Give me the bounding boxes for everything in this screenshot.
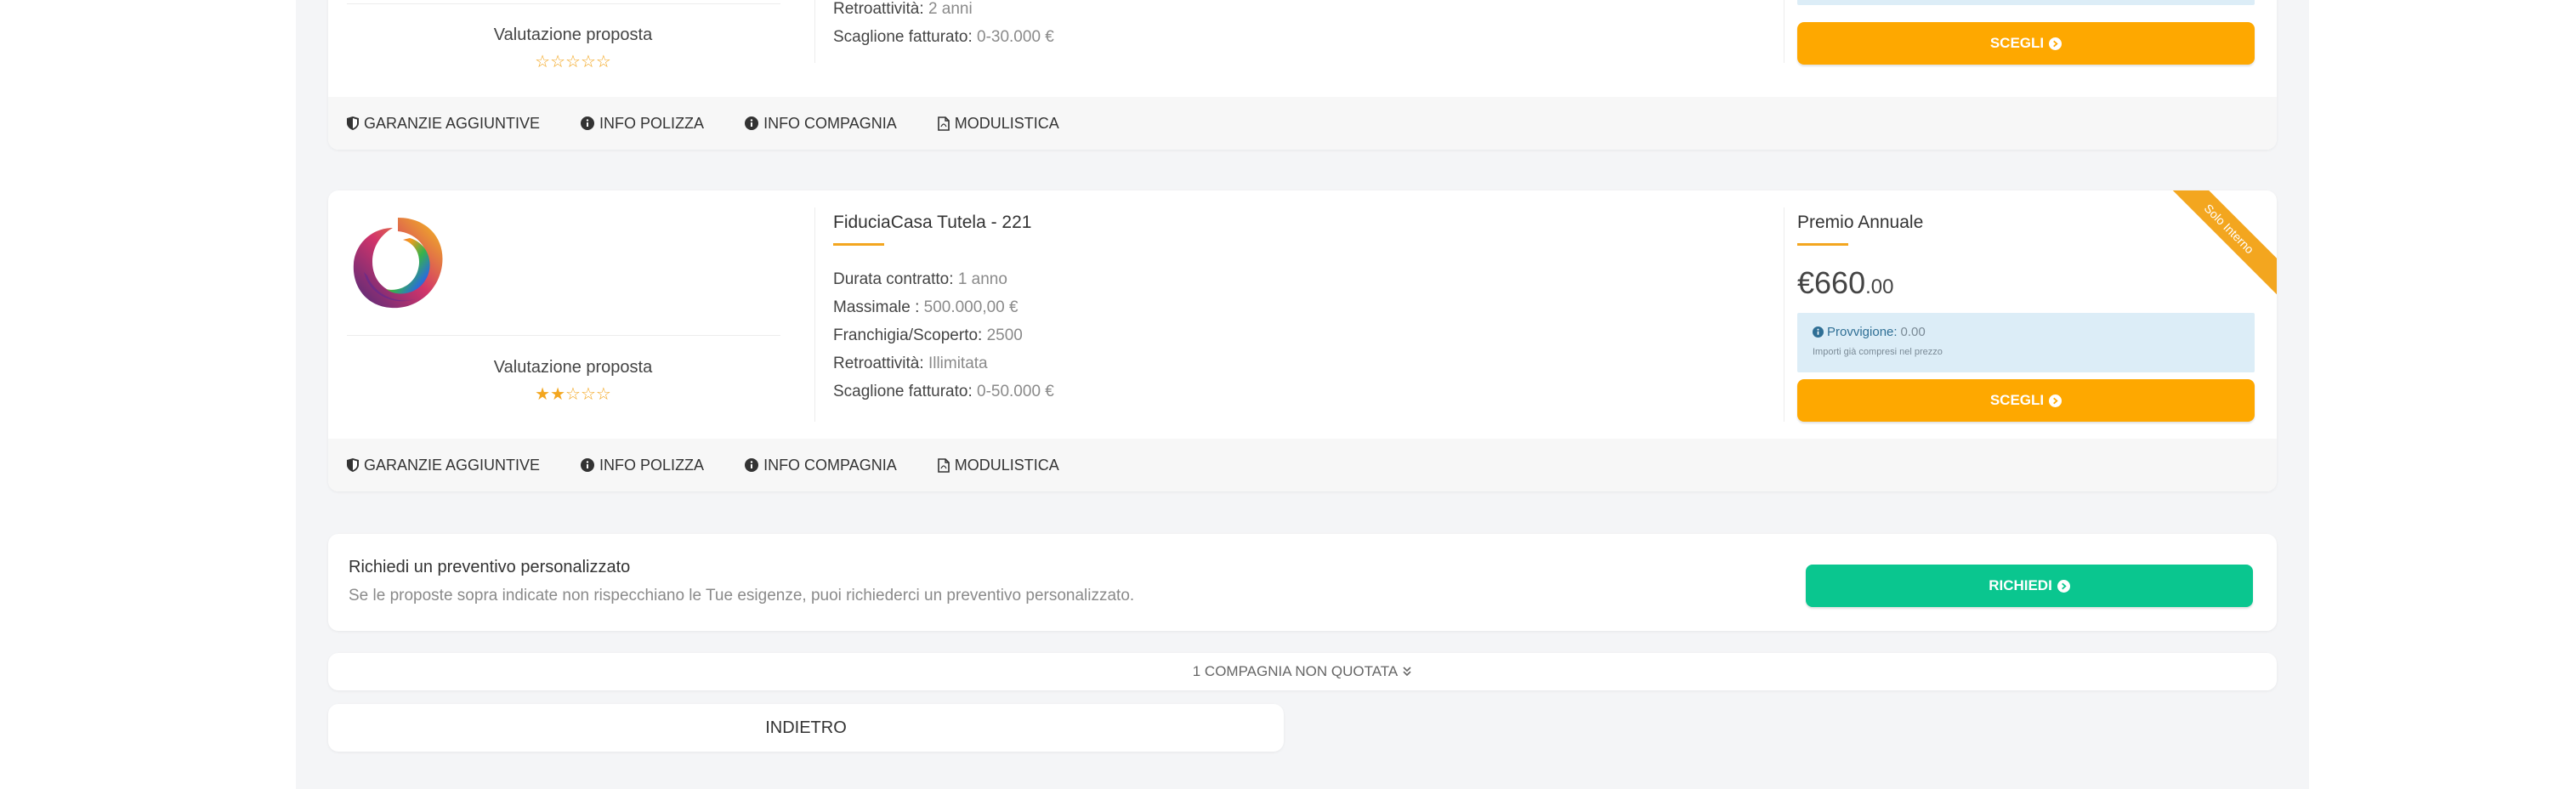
- additional-guarantees-link[interactable]: GARANZIE AGGIUNTIVE: [347, 115, 540, 133]
- commission-box: Provvigione: 0.00 Importi già compresi n…: [1797, 313, 2255, 372]
- detail-retroactivity: Retroattività: 2 anni: [833, 0, 973, 18]
- detail-revenue-band: Scaglione fatturato: 0-50.000 €: [833, 383, 1054, 400]
- back-label: INDIETRO: [765, 718, 847, 737]
- choose-button[interactable]: SCEGLI: [1797, 379, 2255, 422]
- evaluation-label: Valutazione proposta: [493, 358, 653, 377]
- detail-max-coverage: Massimale : 500.000,00 €: [833, 298, 1018, 316]
- column-divider: [814, 207, 815, 422]
- card-footer: GARANZIE AGGIUNTIVE INFO POLIZZA INFO CO…: [328, 97, 2277, 150]
- custom-quote-card: Richiedi un preventivo personalizzato Se…: [328, 534, 2277, 631]
- price-main: €660: [1797, 265, 1866, 300]
- commission-note: Importi già compresi nel prezzo: [1813, 347, 1943, 357]
- star-empty-icon: ☆: [565, 383, 581, 404]
- info-circle-icon: [581, 116, 595, 130]
- commission-value: 0.00: [1900, 325, 1926, 339]
- star-empty-icon: ☆: [550, 51, 566, 71]
- not-quoted-label: 1 COMPAGNIA NON QUOTATA: [1192, 663, 1399, 679]
- not-quoted-toggle[interactable]: 1 COMPAGNIA NON QUOTATA: [328, 653, 2277, 690]
- star-empty-icon: ☆: [580, 383, 596, 404]
- company-logo: [347, 213, 449, 315]
- premium-underline: [1797, 243, 1848, 246]
- chevron-right-circle-icon: [2049, 394, 2063, 407]
- star-empty-icon: ☆: [595, 51, 611, 71]
- pdf-file-icon: [937, 457, 950, 473]
- logo-divider: [347, 335, 780, 336]
- offer-card-2: Valutazione proposta ★ ★ ☆ ☆ ☆ FiduciaCasa T…: [328, 190, 2277, 491]
- detail-revenue-band: Scaglione fatturato: 0-30.000 €: [833, 28, 1054, 46]
- premium-title: Premio Annuale: [1797, 213, 1924, 232]
- detail-contract-duration: Durata contratto: 1 anno: [833, 270, 1007, 288]
- star-empty-icon: ☆: [580, 51, 596, 71]
- annual-price: €660.00: [1797, 265, 1893, 301]
- info-circle-icon: [745, 116, 759, 130]
- shield-icon: [347, 116, 359, 130]
- forms-link[interactable]: MODULISTICA: [937, 457, 1059, 474]
- rating-stars: ★ ★ ☆ ☆ ☆: [328, 385, 818, 402]
- choose-button[interactable]: SCEGLI: [1797, 22, 2255, 65]
- company-info-link[interactable]: INFO COMPAGNIA: [745, 115, 897, 133]
- price-cents: .00: [1865, 275, 1894, 298]
- ribbon-text: Solo Interno: [2201, 201, 2257, 257]
- title-underline: [833, 243, 884, 246]
- star-empty-icon: ☆: [535, 51, 551, 71]
- offer-card-1: Valutazione proposta ☆ ☆ ☆ ☆ ☆ Retroattività…: [328, 0, 2277, 150]
- commission-box: [1797, 0, 2255, 5]
- detail-deductible: Franchigia/Scoperto: 2500: [833, 326, 1023, 344]
- custom-quote-description: Se le proposte sopra indicate non rispec…: [349, 587, 1135, 605]
- shield-icon: [347, 458, 359, 472]
- logo-divider: [347, 3, 780, 4]
- back-button[interactable]: INDIETRO: [328, 704, 1284, 752]
- card-footer: GARANZIE AGGIUNTIVE INFO POLIZZA INFO CO…: [328, 439, 2277, 491]
- product-title: FiduciaCasa Tutela - 221: [833, 213, 1032, 232]
- star-filled-icon: ★: [535, 383, 551, 404]
- internal-only-ribbon: Solo Interno: [2159, 190, 2277, 298]
- double-chevron-down-icon: [1403, 667, 1411, 677]
- policy-info-link[interactable]: INFO POLIZZA: [581, 115, 704, 133]
- chevron-right-circle-icon: [2049, 37, 2063, 50]
- info-circle-icon: [581, 458, 595, 472]
- star-empty-icon: ☆: [565, 51, 581, 71]
- detail-retroactivity: Retroattività: Illimitata: [833, 355, 988, 372]
- company-info-link[interactable]: INFO COMPAGNIA: [745, 457, 897, 474]
- policy-info-link[interactable]: INFO POLIZZA: [581, 457, 704, 474]
- forms-link[interactable]: MODULISTICA: [937, 115, 1059, 133]
- additional-guarantees-link[interactable]: GARANZIE AGGIUNTIVE: [347, 457, 540, 474]
- info-circle-icon: [1813, 326, 1824, 338]
- pdf-file-icon: [937, 116, 950, 131]
- star-filled-icon: ★: [550, 383, 566, 404]
- custom-quote-title: Richiedi un preventivo personalizzato: [349, 558, 631, 576]
- column-divider: [814, 0, 815, 63]
- star-empty-icon: ☆: [595, 383, 611, 404]
- rating-stars: ☆ ☆ ☆ ☆ ☆: [328, 53, 818, 70]
- chevron-right-circle-icon: [2057, 579, 2070, 593]
- evaluation-label: Valutazione proposta: [493, 26, 653, 44]
- info-circle-icon: [745, 458, 759, 472]
- request-quote-button[interactable]: RICHIEDI: [1806, 565, 2253, 607]
- commission-label: Provvigione:: [1827, 325, 1898, 339]
